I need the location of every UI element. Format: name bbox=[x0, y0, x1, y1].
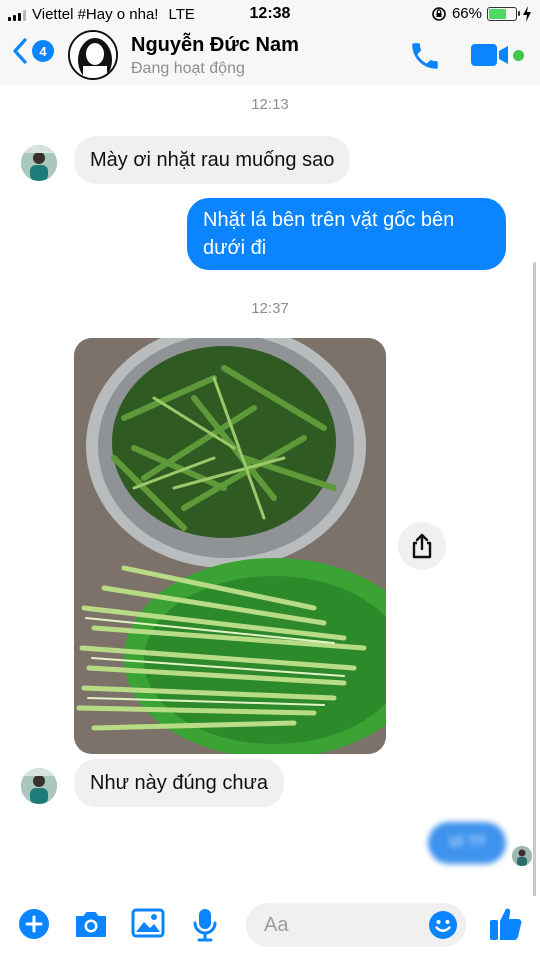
message-line: Nhặt lá bên trên vặt gốc bên bbox=[203, 209, 455, 231]
gallery-button[interactable] bbox=[131, 908, 165, 943]
incoming-message[interactable]: Mày ơi nhặt rau muống sao bbox=[74, 136, 351, 184]
audio-call-button[interactable] bbox=[408, 39, 442, 78]
conversation-header: 4 Nguyễn Đức Nam Đang hoạt động bbox=[0, 30, 540, 85]
video-call-button[interactable] bbox=[470, 42, 524, 68]
water-spinach-photo bbox=[74, 338, 386, 754]
timestamp: 12:13 bbox=[251, 96, 289, 113]
orientation-lock-icon bbox=[432, 6, 446, 21]
like-button[interactable] bbox=[489, 906, 523, 947]
active-status: Đang hoạt động bbox=[131, 60, 245, 77]
sender-avatar[interactable] bbox=[21, 145, 57, 181]
emoji-icon bbox=[429, 911, 457, 939]
thumbs-up-icon bbox=[490, 908, 522, 940]
emoji-button[interactable] bbox=[428, 910, 458, 945]
read-receipt-avatar bbox=[512, 846, 532, 866]
outgoing-message-blurred[interactable]: Vl ?? bbox=[428, 822, 506, 864]
share-button[interactable] bbox=[398, 522, 446, 570]
timestamp: 12:37 bbox=[251, 300, 289, 317]
online-indicator bbox=[513, 49, 524, 61]
sender-avatar[interactable] bbox=[21, 768, 57, 804]
phone-icon bbox=[412, 43, 438, 69]
avatar-photo bbox=[21, 145, 57, 181]
default-avatar-silhouette bbox=[70, 32, 116, 78]
avatar-photo bbox=[21, 768, 57, 804]
outgoing-message[interactable]: Nhặt lá bên trên vặt gốc bên dưới đi bbox=[187, 198, 506, 270]
battery-icon bbox=[487, 6, 520, 21]
photo-message[interactable] bbox=[74, 338, 386, 754]
video-camera-icon bbox=[471, 44, 508, 66]
camera-button[interactable] bbox=[74, 908, 108, 945]
status-right: 66% bbox=[431, 5, 532, 22]
microphone-icon bbox=[193, 909, 217, 942]
charging-icon bbox=[523, 5, 531, 22]
image-icon bbox=[131, 908, 165, 938]
share-icon bbox=[412, 533, 432, 559]
avatar-photo bbox=[512, 846, 532, 866]
chevron-left-icon bbox=[13, 38, 27, 64]
status-bar: Viettel #Hay o nha! LTE 12:38 66% bbox=[0, 0, 540, 30]
contact-name[interactable]: Nguyễn Đức Nam bbox=[131, 34, 299, 57]
unread-count-badge: 4 bbox=[32, 40, 54, 62]
voice-message-button[interactable] bbox=[192, 908, 218, 947]
more-actions-button[interactable] bbox=[18, 908, 50, 945]
battery-percent: 66% bbox=[451, 5, 482, 22]
incoming-message[interactable]: Như này đúng chưa bbox=[74, 759, 284, 807]
message-line: dưới đi bbox=[203, 237, 267, 259]
composer-bar bbox=[0, 896, 540, 960]
camera-icon bbox=[76, 912, 106, 937]
plus-icon bbox=[19, 909, 49, 939]
back-button[interactable]: 4 bbox=[12, 38, 54, 64]
contact-avatar[interactable] bbox=[68, 30, 118, 80]
scrollbar[interactable] bbox=[533, 262, 536, 902]
